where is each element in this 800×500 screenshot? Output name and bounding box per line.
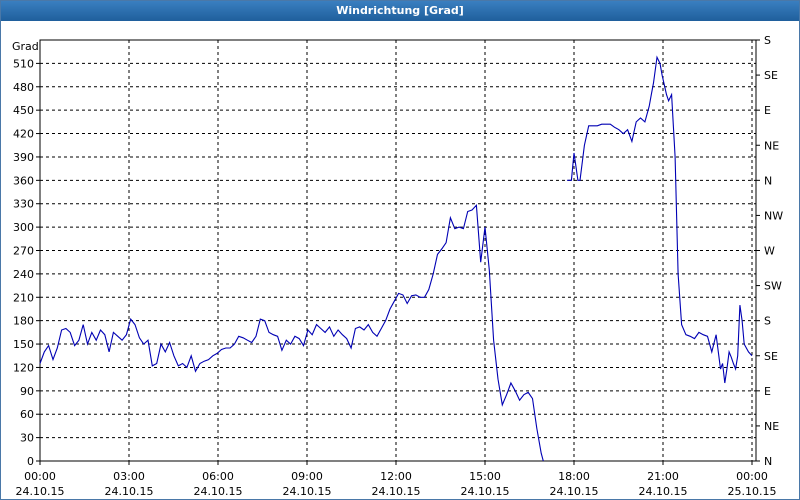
right-axis-ticks: N NE E SE S SW W NW N NE E SE S (756, 34, 783, 468)
right-tick-label: SE (764, 350, 778, 363)
y-tick-label: 270 (13, 245, 34, 258)
right-tick-label: NW (764, 209, 783, 222)
y-tick-label: 480 (13, 81, 34, 94)
line-chart: Grad 0 30 60 90 120 150 180 210 240 270 300 330 360 3… (12, 34, 783, 498)
y-tick-label: 210 (13, 291, 34, 304)
x-tick-date: 24.10.15 (550, 485, 599, 498)
right-tick-label: SW (764, 280, 782, 293)
y-tick-label: 120 (13, 361, 34, 374)
x-tick-date: 25.10.15 (728, 485, 777, 498)
x-tick-date: 24.10.15 (639, 485, 688, 498)
x-tick-time: 18:00 (558, 470, 590, 483)
y-tick-label: 0 (27, 455, 34, 468)
series-line (567, 55, 753, 384)
y-tick-label: 390 (13, 151, 34, 164)
x-axis-ticks: 00:00 24.10.15 03:00 24.10.15 06:00 24.10.15 0… (16, 461, 777, 498)
y-tick-label: 450 (13, 104, 34, 117)
right-tick-label: S (764, 315, 771, 328)
x-tick-time: 09:00 (291, 470, 323, 483)
x-tick-date: 24.10.15 (194, 485, 243, 498)
y-tick-label: 360 (13, 174, 34, 187)
x-tick-time: 00:00 (736, 470, 768, 483)
y-axis-ticks: 0 30 60 90 120 150 180 210 240 270 300 330 360 390 420… (13, 57, 40, 468)
x-tick-time: 03:00 (113, 470, 145, 483)
x-tick-date: 24.10.15 (461, 485, 510, 498)
y-tick-label: 330 (13, 198, 34, 211)
series-line (39, 204, 544, 462)
right-tick-label: W (764, 245, 775, 258)
x-tick-date: 24.10.15 (16, 485, 65, 498)
right-tick-label: E (764, 385, 771, 398)
right-tick-label: NE (764, 139, 779, 152)
x-tick-time: 15:00 (469, 470, 501, 483)
y-tick-label: 90 (20, 385, 34, 398)
y-tick-label: 420 (13, 128, 34, 141)
x-tick-time: 21:00 (647, 470, 679, 483)
right-tick-label: E (764, 104, 771, 117)
x-tick-date: 24.10.15 (105, 485, 154, 498)
right-tick-label: N (764, 455, 772, 468)
right-tick-label: S (764, 34, 771, 47)
x-tick-time: 12:00 (380, 470, 412, 483)
y-tick-label: 300 (13, 221, 34, 234)
y-tick-label: 240 (13, 268, 34, 281)
y-tick-label: 60 (20, 408, 34, 421)
x-tick-time: 00:00 (24, 470, 56, 483)
right-tick-label: NE (764, 420, 779, 433)
y-tick-label: 30 (20, 432, 34, 445)
y-tick-label: 510 (13, 57, 34, 70)
right-tick-label: SE (764, 69, 778, 82)
right-tick-label: N (764, 174, 772, 187)
x-tick-date: 24.10.15 (372, 485, 421, 498)
x-tick-time: 06:00 (202, 470, 234, 483)
y-tick-label: 150 (13, 338, 34, 351)
y-tick-label: 180 (13, 315, 34, 328)
x-tick-date: 24.10.15 (283, 485, 332, 498)
grid-lines (40, 40, 756, 461)
y-axis-label: Grad (12, 40, 39, 53)
